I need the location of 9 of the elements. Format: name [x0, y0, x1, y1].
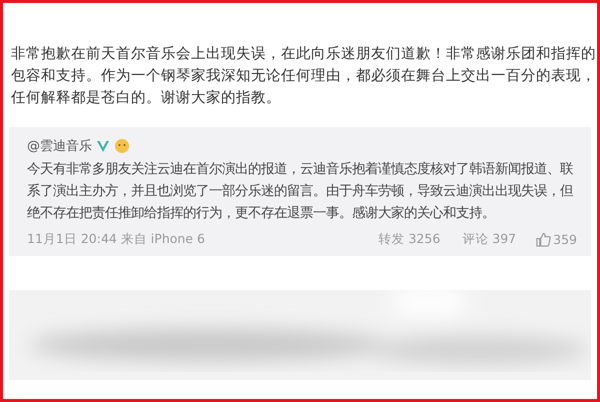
author-link[interactable]: @雲迪音乐	[27, 137, 92, 155]
post-time: 11月1日 20:44 来自 iPhone 6	[27, 231, 206, 248]
comment-link[interactable]: 评论 397	[462, 231, 516, 248]
thumbs-up-icon	[536, 232, 552, 247]
like-button[interactable]: 359	[536, 232, 577, 247]
repost-link[interactable]: 转发 3256	[378, 231, 440, 248]
repost-text: 今天有非常多朋友关注云迪在首尔演出的报道，云迪音乐抱着谨慎态度核对了韩语新闻报道、联系了演出主办方，并且也浏览了一部分乐迷的留言。由于舟车劳顿，导致云迪演出出现失误，但绝不存在把责任推卸给指挥的行为，更不存在退票一事。感谢大家的关心和支持。	[27, 160, 574, 223]
badge-icon	[114, 138, 130, 154]
post-text: 非常抱歉在前天首尔音乐会上出现失误，在此向乐迷朋友们道歉！非常感谢乐团和指挥的包容和支持。作为一个钢琴家我深知无论任何理由，都必须在舞台上交出一百分的表现，任何解释都是苍白的。谢谢大家的指教。	[11, 44, 596, 108]
